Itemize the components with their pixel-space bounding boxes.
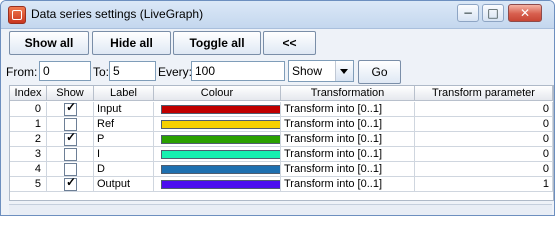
colour-swatch [161, 165, 280, 174]
row-label[interactable]: I [94, 147, 154, 162]
row-show-cell[interactable]: ✓ [47, 102, 94, 117]
table-row[interactable]: 1 Ref Transform into [0..1] 0 [10, 117, 553, 132]
to-label: To: [93, 65, 110, 79]
table-row[interactable]: 0 ✓ Input Transform into [0..1] 0 [10, 102, 553, 117]
row-colour-cell[interactable] [154, 132, 281, 147]
row-index: 0 [10, 102, 47, 117]
toggle-all-button[interactable]: Toggle all [173, 31, 261, 55]
filter-row: From: 0 To: 5 Every: 100 Show Go [6, 60, 546, 86]
header-transformation[interactable]: Transformation [281, 86, 415, 101]
colour-swatch [161, 105, 280, 114]
table-row[interactable]: 3 I Transform into [0..1] 0 [10, 147, 553, 162]
from-input[interactable]: 0 [39, 61, 91, 81]
livegraph-icon [8, 6, 26, 24]
header-colour[interactable]: Colour [154, 86, 281, 101]
title-bar[interactable]: Data series settings (LiveGraph) − □ ✕ [1, 1, 554, 29]
row-colour-cell[interactable] [154, 102, 281, 117]
row-label[interactable]: Output [94, 177, 154, 192]
table-row[interactable]: 5 ✓ Output Transform into [0..1] 1 [10, 177, 553, 192]
header-index[interactable]: Index [10, 86, 47, 101]
row-colour-cell[interactable] [154, 177, 281, 192]
colour-swatch [161, 180, 280, 189]
row-show-cell[interactable]: ✓ [47, 177, 94, 192]
row-colour-cell[interactable] [154, 162, 281, 177]
row-parameter[interactable]: 0 [415, 147, 553, 162]
row-show-cell[interactable] [47, 147, 94, 162]
row-transformation[interactable]: Transform into [0..1] [281, 117, 415, 132]
row-parameter[interactable]: 0 [415, 132, 553, 147]
minimize-icon: − [462, 6, 474, 20]
row-index: 5 [10, 177, 47, 192]
show-dropdown[interactable]: Show [288, 60, 354, 82]
row-index: 1 [10, 117, 47, 132]
colour-swatch [161, 135, 280, 144]
header-show[interactable]: Show [47, 86, 94, 101]
every-label: Every: [158, 65, 193, 79]
data-series-settings-window: Data series settings (LiveGraph) − □ ✕ S… [0, 0, 555, 216]
show-checkbox[interactable] [64, 148, 77, 161]
close-icon: ✕ [519, 6, 531, 20]
row-transformation[interactable]: Transform into [0..1] [281, 147, 415, 162]
row-index: 2 [10, 132, 47, 147]
table-row[interactable]: 2 ✓ P Transform into [0..1] 0 [10, 132, 553, 147]
horizontal-scrollbar[interactable] [9, 204, 552, 215]
row-label[interactable]: Ref [94, 117, 154, 132]
show-checkbox[interactable] [64, 118, 77, 131]
window-title: Data series settings (LiveGraph) [31, 7, 204, 21]
to-input[interactable]: 5 [109, 61, 156, 81]
row-index: 3 [10, 147, 47, 162]
row-transformation[interactable]: Transform into [0..1] [281, 102, 415, 117]
row-transformation[interactable]: Transform into [0..1] [281, 162, 415, 177]
show-checkbox[interactable]: ✓ [64, 102, 77, 116]
table-row[interactable]: 4 D Transform into [0..1] 0 [10, 162, 553, 177]
series-table: Index Show Label Colour Transformation T… [9, 85, 554, 201]
colour-swatch [161, 120, 280, 129]
show-checkbox[interactable] [64, 163, 77, 176]
minimize-button[interactable]: − [457, 4, 479, 22]
show-dropdown-value: Show [292, 64, 323, 78]
row-show-cell[interactable] [47, 162, 94, 177]
check-icon: ✓ [66, 132, 77, 144]
row-show-cell[interactable]: ✓ [47, 132, 94, 147]
go-button[interactable]: Go [358, 60, 401, 84]
header-label[interactable]: Label [94, 86, 154, 101]
every-input[interactable]: 100 [191, 61, 285, 81]
show-all-button[interactable]: Show all [9, 31, 89, 55]
row-transformation[interactable]: Transform into [0..1] [281, 177, 415, 192]
maximize-button[interactable]: □ [482, 4, 504, 22]
close-button[interactable]: ✕ [508, 4, 542, 22]
show-checkbox[interactable]: ✓ [64, 132, 77, 146]
from-label: From: [6, 65, 38, 79]
chevron-down-icon[interactable] [335, 61, 353, 81]
row-label[interactable]: Input [94, 102, 154, 117]
hide-all-button[interactable]: Hide all [92, 31, 171, 55]
row-parameter[interactable]: 0 [415, 102, 553, 117]
row-colour-cell[interactable] [154, 117, 281, 132]
row-label[interactable]: P [94, 132, 154, 147]
maximize-icon: □ [487, 6, 499, 20]
row-parameter[interactable]: 0 [415, 162, 553, 177]
colour-swatch [161, 150, 280, 159]
row-colour-cell[interactable] [154, 147, 281, 162]
check-icon: ✓ [66, 102, 77, 114]
show-checkbox[interactable]: ✓ [64, 177, 77, 191]
collapse-button[interactable]: << [263, 31, 316, 55]
row-show-cell[interactable] [47, 117, 94, 132]
check-icon: ✓ [66, 177, 77, 189]
row-transformation[interactable]: Transform into [0..1] [281, 132, 415, 147]
header-transform-parameter[interactable]: Transform parameter [415, 86, 553, 101]
row-label[interactable]: D [94, 162, 154, 177]
row-parameter[interactable]: 1 [415, 177, 553, 192]
row-index: 4 [10, 162, 47, 177]
row-parameter[interactable]: 0 [415, 117, 553, 132]
